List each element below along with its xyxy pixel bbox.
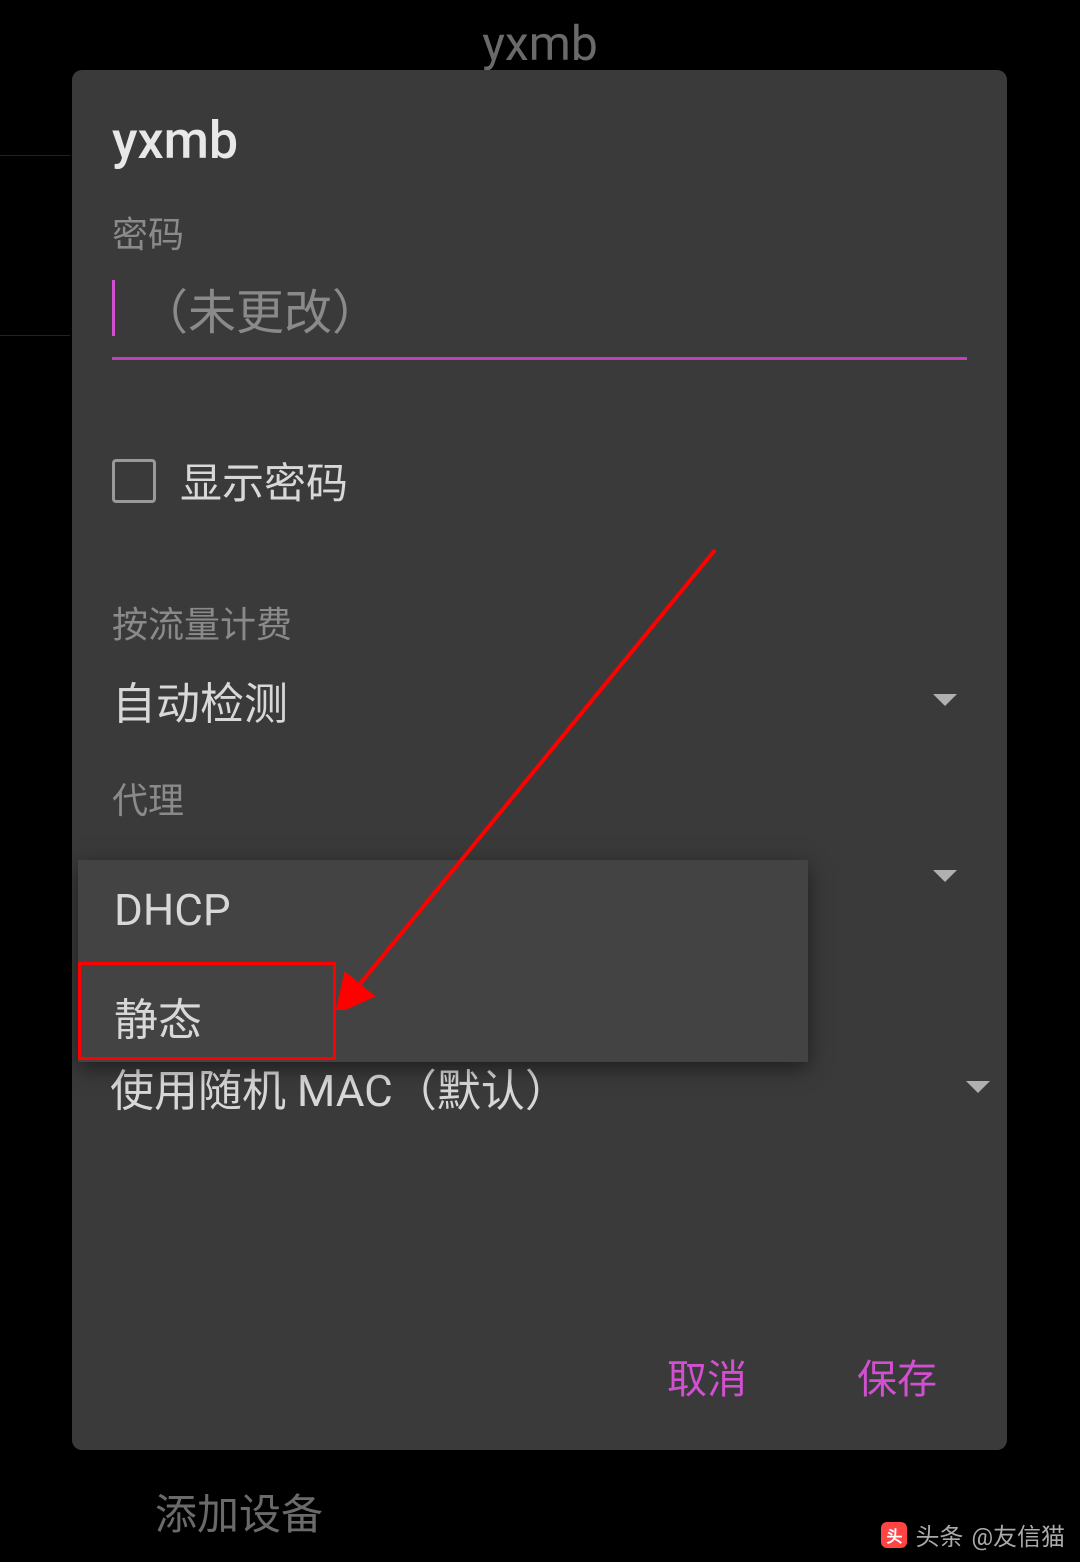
password-field-wrapper [112,278,967,360]
dialog-button-row: 取消 保存 [647,1337,957,1415]
proxy-label: 代理 [112,772,967,824]
ip-settings-dropdown: DHCP 静态 [78,860,808,1062]
password-input[interactable] [112,278,967,360]
background-add-device: 添加设备 [155,1481,323,1542]
dropdown-option-dhcp[interactable]: DHCP [78,860,808,960]
metered-field[interactable]: 按流量计费 自动检测 [112,596,967,732]
text-cursor [112,280,115,336]
password-label: 密码 [112,206,967,258]
watermark-handle: @友信猫 [971,1517,1065,1552]
wifi-settings-dialog: yxmb 密码 显示密码 按流量计费 自动检测 代理 无 IP 设置 取消 保存 [72,70,1007,1450]
watermark: 头 头条 @友信猫 [881,1517,1065,1552]
save-button[interactable]: 保存 [837,1337,957,1415]
dropdown-option-static[interactable]: 静态 [78,960,808,1072]
metered-value: 自动检测 [112,668,288,732]
background-title: yxmb [482,15,598,72]
chevron-down-icon [933,870,957,882]
watermark-logo-icon: 头 [881,1522,907,1548]
cancel-button[interactable]: 取消 [647,1337,767,1415]
metered-label: 按流量计费 [112,596,967,648]
show-password-label: 显示密码 [180,450,348,511]
dialog-title: yxmb [112,110,967,171]
chevron-down-icon [966,1081,990,1093]
chevron-down-icon [933,694,957,706]
show-password-checkbox[interactable] [112,459,156,503]
watermark-brand: 头条 [915,1517,963,1552]
show-password-row[interactable]: 显示密码 [112,450,967,511]
